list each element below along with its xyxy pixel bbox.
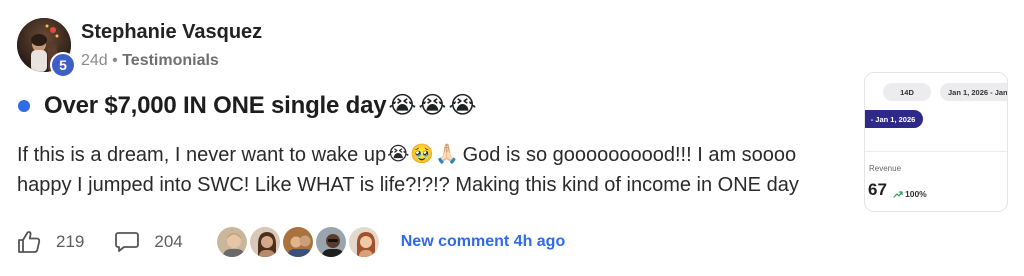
post-title[interactable]: Over $7,000 IN ONE single day (44, 92, 387, 120)
praying-hands-icon: 🙏🏻 (434, 144, 459, 165)
body-line-2: happy I jumped into SWC! Like WHAT is li… (17, 174, 799, 196)
avatar[interactable] (214, 225, 249, 259)
avatar[interactable] (280, 225, 315, 259)
thumb-chip-active: - Jan 1, 2026 (865, 110, 923, 128)
new-comment-link[interactable]: New comment 4h ago (401, 233, 565, 251)
post-age: 24d (81, 52, 108, 69)
avatar[interactable] (313, 225, 348, 259)
thumbs-up-icon (16, 229, 42, 255)
title-emojis: 😭 😭 😭 (388, 91, 476, 120)
meta-separator: • (107, 52, 123, 69)
trend-up-arrow-icon (893, 190, 903, 198)
thumb-revenue-value: 67 (868, 180, 887, 199)
level-badge: 5 (50, 52, 76, 78)
post-thumbnail[interactable]: 14D Jan 1, 2026 - Jan - Jan 1, 2026 Reve… (864, 72, 1008, 212)
thumb-divider (865, 151, 1007, 152)
like-button[interactable]: 219 (16, 229, 84, 255)
body-text-start: If this is a dream, I never want to wake… (17, 144, 387, 166)
category-link[interactable]: Testimonials (122, 52, 219, 69)
post-actions: 219 204 New comment 4h ago (16, 225, 565, 259)
author-name[interactable]: Stephanie Vasquez (81, 21, 262, 44)
like-count: 219 (56, 232, 85, 251)
avatar[interactable] (346, 225, 381, 259)
crying-face-icon: 😭 (418, 92, 447, 119)
body-line-1: If this is a dream, I never want to wake… (17, 140, 847, 170)
crying-face-icon: 😭 (388, 92, 417, 119)
crying-face-icon: 😭 (448, 92, 477, 119)
avatar[interactable] (247, 225, 282, 259)
commenter-avatars[interactable] (214, 225, 381, 259)
crying-face-icon: 😭 (387, 144, 410, 165)
post-title-row[interactable]: Over $7,000 IN ONE single day 😭 😭 😭 (18, 91, 477, 120)
thumb-revenue-label: Revenue (869, 164, 902, 173)
pleading-face-icon: 🥹 (410, 144, 434, 165)
unread-dot-icon (18, 99, 30, 112)
thumb-revenue-change: 100% (893, 189, 927, 199)
post-meta: 24d • Testimonials (81, 52, 219, 70)
comment-count: 204 (154, 232, 183, 251)
body-emojis: 😭 🥹 🙏🏻 (387, 140, 459, 170)
author-avatar-wrap[interactable]: 5 (17, 18, 76, 78)
comment-button[interactable]: 204 (114, 230, 183, 254)
speech-bubble-icon (114, 230, 140, 254)
thumb-chip-range: Jan 1, 2026 - Jan (940, 83, 1007, 101)
thumb-change-value: 100% (905, 189, 927, 199)
body-text-end: God is so goooooooood!!! I am soooo (462, 144, 797, 166)
post-body[interactable]: If this is a dream, I never want to wake… (17, 140, 847, 200)
thumb-chip-14d: 14D (883, 83, 931, 101)
